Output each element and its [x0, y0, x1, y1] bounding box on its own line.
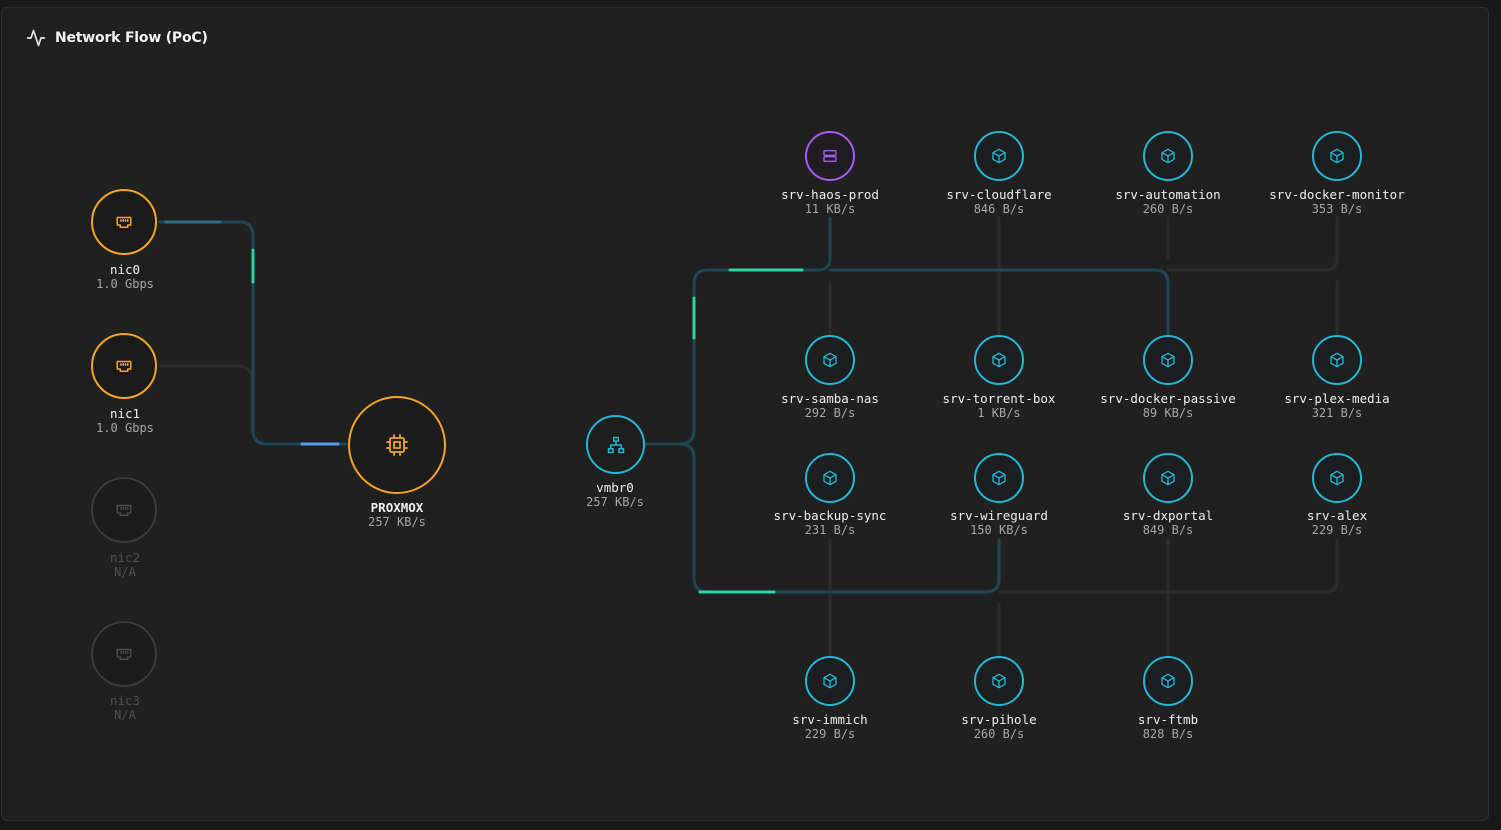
container-box-icon	[1330, 148, 1344, 164]
guest-name: srv-ftmb	[1137, 712, 1199, 727]
nic-rate: 1.0 Gbps	[96, 421, 154, 435]
vmbr0-bridge-node[interactable]	[586, 415, 645, 474]
guest-name: srv-alex	[1306, 508, 1368, 523]
container-box-icon	[823, 352, 837, 368]
guest-label: srv-ftmb 828 B/s	[1068, 712, 1268, 742]
guest-label: srv-alex 229 B/s	[1237, 508, 1437, 538]
host-rate: 257 KB/s	[368, 515, 426, 529]
page-title: Network Flow (PoC)	[55, 30, 208, 46]
srv-haos-prod-node[interactable]	[805, 131, 855, 181]
srv-docker-monitor-node[interactable]	[1312, 131, 1362, 181]
ethernet-port-icon	[116, 216, 132, 228]
container-box-icon	[823, 470, 837, 486]
server-icon	[823, 150, 837, 162]
activity-icon	[26, 29, 46, 47]
container-box-icon	[992, 673, 1006, 689]
nic-name: nic0	[109, 262, 141, 277]
guest-label: srv-plex-media 321 B/s	[1237, 391, 1437, 421]
container-box-icon	[1161, 148, 1175, 164]
network-topology-icon	[607, 436, 624, 453]
cpu-chip-icon	[386, 434, 408, 456]
srv-automation-node[interactable]	[1143, 131, 1193, 181]
ethernet-port-icon	[116, 504, 132, 516]
container-box-icon	[1330, 352, 1344, 368]
nic0-label: nic0 1.0 Gbps	[25, 262, 225, 292]
container-box-icon	[1161, 352, 1175, 368]
nic-name: nic1	[109, 406, 141, 421]
bridge-name: vmbr0	[596, 480, 634, 495]
nic1-label: nic1 1.0 Gbps	[25, 406, 225, 436]
container-box-icon	[823, 673, 837, 689]
guest-name: srv-plex-media	[1284, 391, 1390, 406]
guest-rate: 353 B/s	[1311, 202, 1363, 216]
srv-samba-nas-node[interactable]	[805, 335, 855, 385]
container-box-icon	[992, 470, 1006, 486]
srv-pihole-node[interactable]	[974, 656, 1024, 706]
srv-ftmb-node[interactable]	[1143, 656, 1193, 706]
nic-name: nic3	[109, 693, 141, 708]
guest-rate: 229 B/s	[1311, 523, 1363, 537]
proxmox-host-node[interactable]	[348, 396, 446, 494]
host-name: PROXMOX	[370, 500, 424, 515]
srv-dxportal-node[interactable]	[1143, 453, 1193, 503]
srv-torrent-box-node[interactable]	[974, 335, 1024, 385]
guest-label: srv-docker-monitor 353 B/s	[1237, 187, 1437, 217]
container-box-icon	[1161, 673, 1175, 689]
container-box-icon	[992, 352, 1006, 368]
srv-plex-media-node[interactable]	[1312, 335, 1362, 385]
nic1-node[interactable]	[91, 333, 157, 399]
container-box-icon	[1161, 470, 1175, 486]
nic-rate: N/A	[114, 708, 136, 722]
guest-rate: 828 B/s	[1142, 727, 1194, 741]
nic3-label: nic3 N/A	[25, 693, 225, 723]
nic3-node[interactable]	[91, 621, 157, 687]
guest-rate: 321 B/s	[1311, 406, 1363, 420]
container-box-icon	[992, 148, 1006, 164]
proxmox-host-label: PROXMOX 257 KB/s	[297, 500, 497, 530]
nic2-label: nic2 N/A	[25, 550, 225, 580]
srv-alex-node[interactable]	[1312, 453, 1362, 503]
vmbr0-bridge-label: vmbr0 257 KB/s	[515, 480, 715, 510]
nic-name: nic2	[109, 550, 141, 565]
ethernet-port-icon	[116, 360, 132, 372]
guest-name: srv-docker-monitor	[1269, 187, 1405, 202]
srv-backup-sync-node[interactable]	[805, 453, 855, 503]
srv-docker-passive-node[interactable]	[1143, 335, 1193, 385]
srv-wireguard-node[interactable]	[974, 453, 1024, 503]
srv-immich-node[interactable]	[805, 656, 855, 706]
nic-rate: N/A	[114, 565, 136, 579]
bridge-rate: 257 KB/s	[586, 495, 644, 509]
nic-rate: 1.0 Gbps	[96, 277, 154, 291]
ethernet-port-icon	[116, 648, 132, 660]
nic2-node[interactable]	[91, 477, 157, 543]
container-box-icon	[1330, 470, 1344, 486]
srv-cloudflare-node[interactable]	[974, 131, 1024, 181]
panel-header: Network Flow (PoC)	[26, 28, 208, 48]
nic0-node[interactable]	[91, 189, 157, 255]
